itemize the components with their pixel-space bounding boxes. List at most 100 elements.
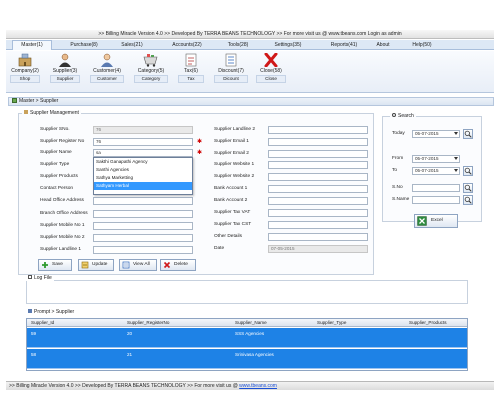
supplier-landline-2-field[interactable] (268, 126, 368, 134)
tool-category[interactable]: Category(5) Category (134, 53, 168, 91)
suggestion-item-selected[interactable]: Sathyam Herbal (94, 182, 192, 190)
column-header[interactable]: Supplier_Type (315, 319, 346, 327)
date-field[interactable]: 07-05-2015 (268, 245, 368, 253)
today-search-button[interactable] (463, 129, 473, 139)
menu-settings[interactable]: Settings(35) (268, 41, 308, 49)
tool-close[interactable]: Close(58) Close (256, 53, 286, 91)
tool-customer[interactable]: Customer(4) Customer (90, 53, 124, 91)
status-bar: >> Billing Miracle Version 4.0 >> Develo… (6, 381, 494, 390)
label-supplier-tax-vat: Supplier Tax VAT (214, 210, 251, 215)
supplier-website-2-field[interactable] (268, 173, 368, 181)
tool-discount[interactable]: Discount(7) Dicount (214, 53, 248, 91)
head-office-address-field[interactable] (93, 197, 193, 205)
column-header[interactable]: Supplier_Name (233, 319, 267, 327)
tool-company[interactable]: Company(2) Shop (10, 53, 40, 91)
sname-search-button[interactable] (463, 195, 473, 205)
tool-tax[interactable]: Tax(6) Tax (178, 53, 204, 91)
suggestion-item[interactable]: Santhi Agencies (94, 166, 192, 174)
grid-icon (28, 309, 32, 313)
supplier-website-1-field[interactable] (268, 161, 368, 169)
column-header[interactable]: Supplier_Products (407, 319, 447, 327)
update-icon (81, 261, 89, 269)
prompt-header: Prompt > Supplier (26, 309, 77, 315)
label-supplier-landline-1: Supplier Landline 1 (40, 247, 82, 252)
close-icon (264, 53, 278, 67)
title-text: >> Billing Miracle Version 4.0 >> Develo… (98, 31, 402, 37)
supplier-landline-1-field[interactable] (93, 246, 193, 254)
table-row[interactable]: 58 21 Srinivasa Agencies (27, 349, 467, 369)
supplier-mobile-2-field[interactable] (93, 234, 193, 242)
label-head-office-address: Head Office Address (40, 198, 84, 203)
delete-icon (163, 261, 171, 269)
excel-button[interactable]: Excel (414, 214, 458, 228)
label-today: Today (392, 131, 405, 136)
column-header[interactable]: Supplier_Id (29, 319, 54, 327)
today-date-picker[interactable]: 05-07-2015 (412, 130, 460, 138)
ribbon-toolbar: Company(2) Shop Supplier(3) Supplier Cus… (6, 51, 494, 93)
menu-tools[interactable]: Tools(28) (220, 41, 256, 49)
label-bank-account-1: Bank Account 1 (214, 186, 248, 191)
to-date-picker[interactable]: 05-07-2015 (412, 167, 460, 175)
sname-search-input[interactable] (412, 196, 460, 204)
save-icon (42, 262, 48, 268)
menu-about[interactable]: About (370, 41, 396, 49)
label-sno: S.No (392, 185, 403, 190)
view-all-icon (122, 261, 130, 269)
view-all-button[interactable]: View All (119, 259, 157, 271)
breadcrumb: Master > Supplier (8, 97, 494, 106)
required-marker: ✱ (197, 139, 203, 145)
supplier-name-suggestions[interactable]: Sakthi Ganapathi Agency Santhi Agencies … (93, 157, 193, 195)
label-supplier-type: Supplier Type (40, 162, 70, 167)
table-row[interactable]: 59 20 SSS Agencies (27, 328, 467, 348)
save-button[interactable]: Save (38, 259, 72, 271)
supplier-sno-field[interactable]: 76 (93, 126, 193, 134)
column-header[interactable]: Supplier_RegisterNo (125, 319, 169, 327)
label-supplier-mobile-2: Supplier Mobile No 2 (40, 235, 85, 240)
discount-icon (225, 53, 237, 67)
required-marker: ✱ (197, 150, 203, 156)
excel-icon (417, 216, 427, 226)
delete-button[interactable]: Delete (160, 259, 196, 271)
menu-help[interactable]: Help(50) (406, 41, 438, 49)
menu-purchase[interactable]: Purchase(8) (62, 41, 106, 49)
supplier-grid[interactable]: Supplier_Id Supplier_RegisterNo Supplier… (26, 318, 468, 371)
label-from: From (392, 156, 404, 161)
search-icon (392, 113, 396, 117)
supplier-tax-cst-field[interactable] (268, 221, 368, 229)
supplier-name-field[interactable]: sa (93, 149, 193, 157)
supplier-tax-vat-field[interactable] (268, 209, 368, 217)
supplier-email-1-field[interactable] (268, 138, 368, 146)
magnifier-icon (464, 184, 472, 192)
label-supplier-mobile-1: Supplier Mobile No 1 (40, 223, 85, 228)
other-details-field[interactable] (268, 233, 368, 241)
supplier-mobile-1-field[interactable] (93, 222, 193, 230)
menu-master[interactable]: Master(1) (12, 40, 52, 50)
tool-supplier[interactable]: Supplier(3) Supplier (50, 53, 80, 91)
suggestion-item[interactable]: Sathya Marketting (94, 174, 192, 182)
update-button[interactable]: Update (78, 259, 114, 271)
category-icon (143, 54, 158, 67)
branch-office-address-field[interactable] (93, 210, 193, 218)
date-range-search-button[interactable] (463, 166, 473, 176)
website-link[interactable]: www.tbeans.com (239, 383, 277, 389)
log-file-panel[interactable] (26, 280, 468, 304)
document-icon (28, 275, 32, 279)
supplier-register-no-field[interactable]: 76 (93, 138, 193, 146)
supplier-email-2-field[interactable] (268, 150, 368, 158)
magnifier-icon (464, 196, 472, 204)
from-date-picker[interactable]: 05-07-2015 (412, 155, 460, 163)
menu-accounts[interactable]: Accounts(22) (164, 41, 210, 49)
label-supplier-products: Supplier Products (40, 174, 78, 179)
bank-account-1-field[interactable] (268, 185, 368, 193)
bank-account-2-field[interactable] (268, 197, 368, 205)
menu-reports[interactable]: Reports(41) (324, 41, 364, 49)
chevron-down-icon (454, 132, 458, 135)
label-supplier-landline-2: Supplier Landline 2 (214, 127, 256, 132)
suggestion-item[interactable]: Sakthi Ganapathi Agency (94, 158, 192, 166)
sno-search-button[interactable] (463, 183, 473, 193)
label-supplier-website-2: Supplier Website 2 (214, 174, 255, 179)
menu-sales[interactable]: Sales(21) (114, 41, 150, 49)
sno-search-input[interactable] (412, 184, 460, 192)
supplier-management-header: Supplier Management (22, 110, 81, 116)
title-bar: >> Billing Miracle Version 4.0 >> Develo… (6, 30, 494, 39)
